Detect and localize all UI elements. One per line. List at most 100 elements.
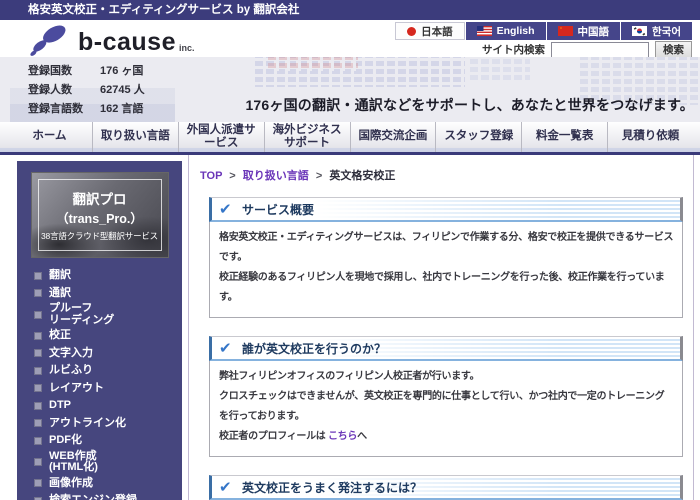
sidebar-item-outline[interactable]: アウトライン化	[34, 415, 182, 433]
japan-flag-icon	[407, 27, 416, 36]
nav-item-home[interactable]: ホーム	[7, 122, 92, 152]
sidebar-item-image-creation[interactable]: 画像作成	[34, 475, 182, 493]
us-flag-icon	[477, 26, 492, 36]
language-switcher: 日本語 English 中国語	[395, 22, 692, 40]
stat-row: 登録国数 176 ヶ国	[28, 62, 145, 81]
breadcrumb-link-top[interactable]: TOP	[200, 170, 222, 182]
sidebar-item-label: 通訳	[49, 288, 71, 300]
page-title: 格安英文校正・エディティングサービス by 翻訳会社	[28, 4, 299, 16]
logo-text: b-cause	[78, 27, 176, 57]
profile-link[interactable]: こちら	[328, 431, 357, 442]
square-bullet-icon	[34, 332, 42, 340]
paragraph-with-link: 校正者のプロフィールは こちらへ	[219, 427, 674, 447]
section-how-to-order: ✔ 英文校正をうまく発注するには？ 最終的な用途、読み手がだれか、校正をする方向…	[209, 475, 683, 500]
sidebar-item-label: 検索エンジン登録	[49, 495, 137, 500]
sidebar-item-translation[interactable]: 翻訳	[34, 267, 182, 285]
sidebar-item-proofreading[interactable]: プルーフ リーディング	[34, 302, 182, 327]
square-bullet-icon	[34, 419, 42, 427]
stat-row: 登録言語数 162 言語	[28, 100, 145, 119]
worldmap-mosaic-decoration	[268, 57, 358, 71]
stat-value: 176 ヶ国	[100, 62, 143, 81]
site-header: b-cause inc. 日本語 English	[0, 20, 700, 57]
sidebar-item-web-creation[interactable]: WEB作成 (HTML化)	[34, 450, 182, 475]
sidebar: 翻訳プロ （trans_Pro.） 38言語クラウド型翻訳サービス 翻訳 通訳 …	[17, 161, 182, 500]
section-title: 英文校正をうまく発注するには？	[242, 481, 422, 495]
nav-item-quote-request[interactable]: 見積り依頼	[607, 122, 693, 152]
sidebar-item-dtp[interactable]: DTP	[34, 397, 182, 415]
sidebar-item-label: 翻訳	[49, 270, 71, 282]
search-button[interactable]: 検索	[655, 41, 692, 58]
paragraph: 弊社フィリピンオフィスのフィリピン人校正者が行います。	[219, 367, 674, 387]
lang-japanese-button[interactable]: 日本語	[395, 22, 465, 40]
square-bullet-icon	[34, 479, 42, 487]
breadcrumb-current: 英文格安校正	[329, 170, 395, 182]
check-icon: ✔	[219, 476, 232, 500]
link-suffix: へ	[357, 431, 367, 442]
body-area: 翻訳プロ （trans_Pro.） 38言語クラウド型翻訳サービス 翻訳 通訳 …	[0, 155, 700, 500]
lang-label: 中国語	[578, 24, 610, 39]
sidebar-item-label: PDF化	[49, 435, 82, 447]
lang-korean-button[interactable]: 한국어	[620, 22, 692, 40]
breadcrumb-separator: >	[316, 170, 322, 182]
nav-item-staff-registration[interactable]: スタッフ登録	[435, 122, 521, 152]
site-search: サイト内検索 検索	[482, 41, 692, 58]
nav-item-overseas-support[interactable]: 海外ビジネス サポート	[264, 122, 350, 152]
stat-value: 62745 人	[100, 81, 145, 100]
check-icon: ✔	[219, 198, 232, 222]
lang-label: English	[497, 25, 535, 37]
lang-english-button[interactable]: English	[465, 22, 546, 40]
nav-item-international-exchange[interactable]: 国際交流企画	[350, 122, 436, 152]
sidebar-item-pdf[interactable]: PDF化	[34, 432, 182, 450]
page: 格安英文校正・エディティングサービス by 翻訳会社 b-cause inc. …	[0, 0, 700, 500]
search-input[interactable]	[551, 42, 649, 58]
nav-item-languages[interactable]: 取り扱い言語	[92, 122, 178, 152]
square-bullet-icon	[34, 384, 42, 392]
hero-banner: 登録国数 176 ヶ国 登録人数 62745 人 登録言語数 162 言語 17…	[0, 57, 700, 122]
square-bullet-icon	[34, 349, 42, 357]
search-label: サイト内検索	[482, 42, 545, 57]
sidebar-item-label: アウトライン化	[49, 418, 126, 430]
sidebar-item-label: 文字入力	[49, 348, 93, 360]
sidebar-item-label: WEB作成 (HTML化)	[49, 451, 98, 474]
section-body: 弊社フィリピンオフィスのフィリピン人校正者が行います。 クロスチェックはできませ…	[209, 361, 683, 457]
square-bullet-icon	[34, 367, 42, 375]
square-bullet-icon	[34, 402, 42, 410]
sidebar-item-interpretation[interactable]: 通訳	[34, 285, 182, 303]
check-icon: ✔	[219, 337, 232, 361]
stat-value: 162 言語	[100, 100, 143, 119]
sidebar-promo-banner[interactable]: 翻訳プロ （trans_Pro.） 38言語クラウド型翻訳サービス	[31, 172, 169, 258]
breadcrumb-link-languages[interactable]: 取り扱い言語	[243, 170, 309, 182]
paragraph: クロスチェックはできませんが、英文校正を専門的に仕事として行い、かつ社内で一定の…	[219, 387, 674, 427]
sidebar-item-seo-registration[interactable]: 検索エンジン登録	[34, 492, 182, 500]
square-bullet-icon	[34, 437, 42, 445]
worldmap-mosaic-decoration	[470, 59, 530, 81]
section-who-proofreads: ✔ 誰が英文校正を行うのか？ 弊社フィリピンオフィスのフィリピン人校正者が行いま…	[209, 336, 683, 457]
main-nav: ホーム 取り扱い言語 外国人派遣サ ービス 海外ビジネス サポート 国際交流企画…	[0, 122, 700, 155]
sidebar-menu: 翻訳 通訳 プルーフ リーディング 校正 文字入力 ルビふり レイアウト DTP…	[17, 267, 182, 500]
sidebar-item-text-input[interactable]: 文字入力	[34, 345, 182, 363]
lang-label: 한국어	[652, 24, 681, 39]
square-bullet-icon	[34, 458, 42, 466]
section-service-overview: ✔ サービス概要 格安英文校正・エディティングサービスは、フィリピンで作業する分…	[209, 197, 683, 318]
nav-item-price-list[interactable]: 料金一覧表	[521, 122, 607, 152]
sidebar-item-ruby[interactable]: ルビふり	[34, 362, 182, 380]
lang-label: 日本語	[421, 24, 453, 39]
registration-stats: 登録国数 176 ヶ国 登録人数 62745 人 登録言語数 162 言語	[28, 62, 145, 119]
sidebar-item-label: プルーフ リーディング	[49, 303, 114, 326]
promo-subtitle: （trans_Pro.）	[56, 208, 143, 227]
square-bullet-icon	[34, 311, 42, 319]
sidebar-item-layout[interactable]: レイアウト	[34, 380, 182, 398]
nav-item-dispatch[interactable]: 外国人派遣サ ービス	[178, 122, 264, 152]
sidebar-item-correction[interactable]: 校正	[34, 327, 182, 345]
link-prefix: 校正者のプロフィールは	[219, 431, 328, 442]
sidebar-item-label: ルビふり	[49, 365, 93, 377]
promo-title: 翻訳プロ	[73, 188, 127, 208]
square-bullet-icon	[34, 289, 42, 297]
lang-chinese-button[interactable]: 中国語	[546, 22, 621, 40]
breadcrumb-separator: >	[229, 170, 235, 182]
main-content: TOP > 取り扱い言語 > 英文格安校正 ✔ サービス概要 格安英文校正・エデ…	[188, 155, 694, 500]
stat-label: 登録人数	[28, 81, 100, 100]
site-logo[interactable]: b-cause inc.	[28, 23, 195, 57]
korea-flag-icon	[632, 26, 647, 36]
section-title: サービス概要	[242, 203, 314, 217]
